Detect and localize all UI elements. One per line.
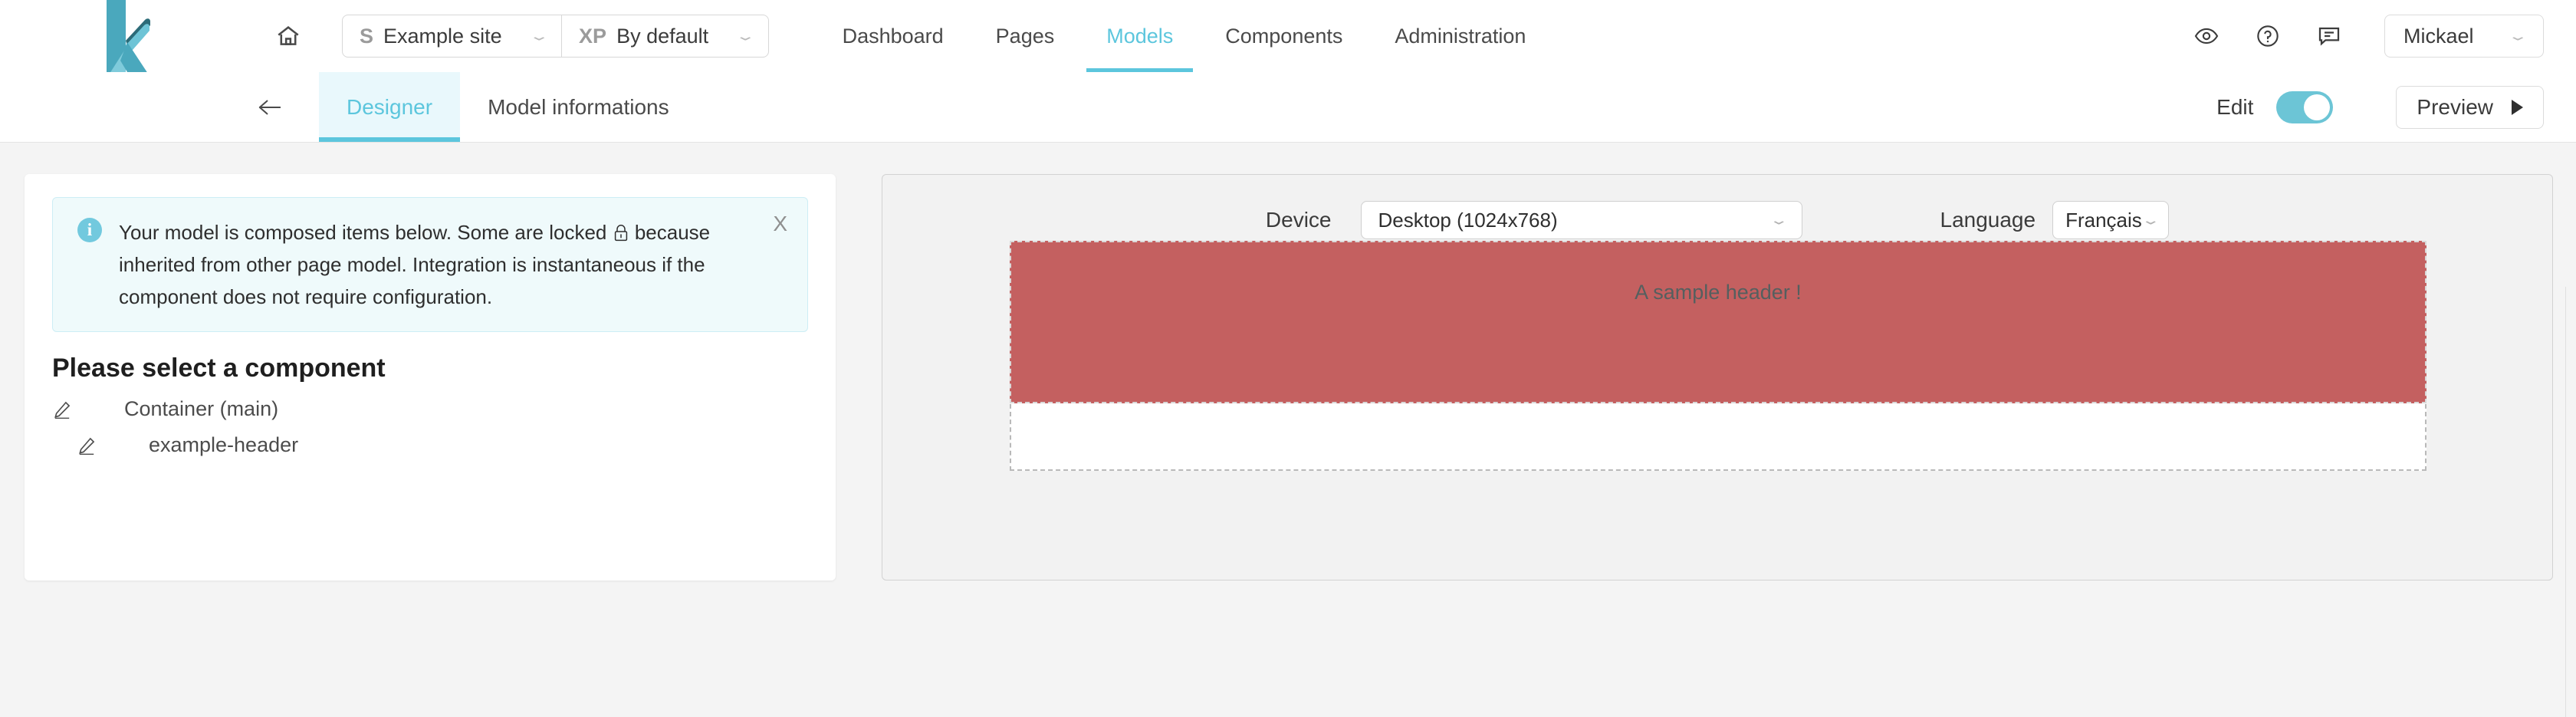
help-circle-icon[interactable]	[2251, 19, 2285, 53]
chevron-down-icon: ⌄	[2506, 28, 2528, 43]
preview-button-label: Preview	[2417, 94, 2493, 119]
pencil-icon[interactable]	[77, 436, 109, 456]
arrow-left-icon	[258, 100, 281, 114]
preview-panel: Device Desktop (1024x768) ⌄ Language Fra…	[882, 174, 2553, 581]
context-selectors: S Example site ⌄ XP By default ⌄	[342, 15, 769, 58]
site-selector-value: Example site	[383, 24, 502, 48]
eye-glyph	[2194, 28, 2219, 44]
chevron-down-icon: ⌄	[734, 28, 757, 43]
kuzzle-k-logo-icon	[107, 0, 150, 76]
tab-designer[interactable]: Designer	[319, 72, 461, 142]
site-selector[interactable]: S Example site ⌄	[343, 15, 561, 57]
play-triangle-icon	[2512, 99, 2523, 115]
toggle-knob	[2304, 94, 2331, 120]
language-label: Language	[1940, 208, 2036, 232]
xp-selector[interactable]: XP By default ⌄	[561, 15, 768, 57]
tree-item-label: Container (main)	[124, 397, 279, 421]
info-banner: i Your model is composed items below. So…	[52, 197, 808, 333]
panel-title: Please select a component	[52, 354, 386, 383]
message-glyph	[2318, 27, 2340, 46]
tab-model-informations[interactable]: Model informations	[460, 72, 697, 142]
nav-item-administration[interactable]: Administration	[1368, 0, 1552, 72]
edit-mode-toggle[interactable]	[2276, 90, 2334, 123]
stage-header-text: A sample header !	[1635, 281, 1802, 304]
chevron-down-icon: ⌄	[2140, 212, 2160, 227]
preview-stage[interactable]: A sample header !	[1010, 241, 2426, 471]
lock-icon	[614, 225, 627, 242]
device-select[interactable]: Desktop (1024x768) ⌄	[1360, 201, 1802, 239]
nav-item-pages[interactable]: Pages	[970, 0, 1081, 72]
xp-selector-tag: XP	[579, 24, 607, 48]
home-icon[interactable]	[267, 15, 310, 58]
user-name: Mickael	[2404, 24, 2474, 48]
home-glyph	[278, 26, 299, 45]
stage-header-block[interactable]: A sample header !	[1010, 241, 2426, 403]
site-selector-tag: S	[360, 24, 374, 48]
xp-selector-value: By default	[616, 24, 709, 48]
workspace: i Your model is composed items below. So…	[0, 143, 2576, 717]
info-text-part-1: Your model is composed items below. Some…	[119, 221, 613, 244]
back-button[interactable]	[245, 72, 294, 142]
pencil-icon[interactable]	[52, 400, 84, 419]
pencil-glyph	[54, 401, 71, 419]
message-icon[interactable]	[2312, 19, 2346, 53]
component-panel: i Your model is composed items below. So…	[25, 174, 836, 581]
chevron-down-icon: ⌄	[1769, 212, 1789, 227]
info-icon: i	[77, 218, 102, 242]
component-tree: Container (main) example-header	[52, 397, 808, 457]
language-field: Language Français ⌄	[1940, 201, 2170, 239]
tree-row[interactable]: Container (main)	[52, 397, 808, 421]
help-glyph	[2257, 25, 2279, 47]
page-tabs: Designer Model informations	[319, 72, 697, 142]
main-navigation: Dashboard Pages Models Components Admini…	[816, 0, 1552, 72]
canvas-toolbar: Device Desktop (1024x768) ⌄ Language Fra…	[882, 175, 2552, 239]
app-logo[interactable]	[0, 0, 222, 76]
toolbar-actions: Edit Preview	[2216, 72, 2576, 142]
page-toolbar: Designer Model informations Edit Preview	[0, 72, 2576, 143]
nav-item-dashboard[interactable]: Dashboard	[816, 0, 970, 72]
language-select[interactable]: Français ⌄	[2052, 201, 2170, 239]
eye-icon[interactable]	[2190, 19, 2223, 53]
edit-label: Edit	[2216, 94, 2254, 119]
top-navigation-bar: S Example site ⌄ XP By default ⌄ Dashboa…	[0, 0, 2576, 76]
info-banner-text: Your model is composed items below. Some…	[119, 216, 754, 313]
nav-item-components[interactable]: Components	[1199, 0, 1368, 72]
pencil-glyph	[79, 437, 95, 455]
close-icon[interactable]: X	[773, 213, 787, 235]
user-menu[interactable]: Mickael ⌄	[2384, 15, 2544, 58]
preview-button[interactable]: Preview	[2396, 85, 2544, 129]
tree-row[interactable]: example-header	[52, 433, 808, 457]
chevron-down-icon: ⌄	[527, 28, 550, 43]
nav-item-models[interactable]: Models	[1080, 0, 1199, 72]
tree-item-label: example-header	[149, 433, 299, 457]
language-select-value: Français	[2065, 208, 2142, 232]
device-label: Device	[1265, 208, 1332, 232]
device-select-value: Desktop (1024x768)	[1378, 208, 1558, 232]
topbar-actions: Mickael ⌄	[2190, 15, 2576, 58]
vertical-scrollbar[interactable]	[2565, 287, 2576, 717]
